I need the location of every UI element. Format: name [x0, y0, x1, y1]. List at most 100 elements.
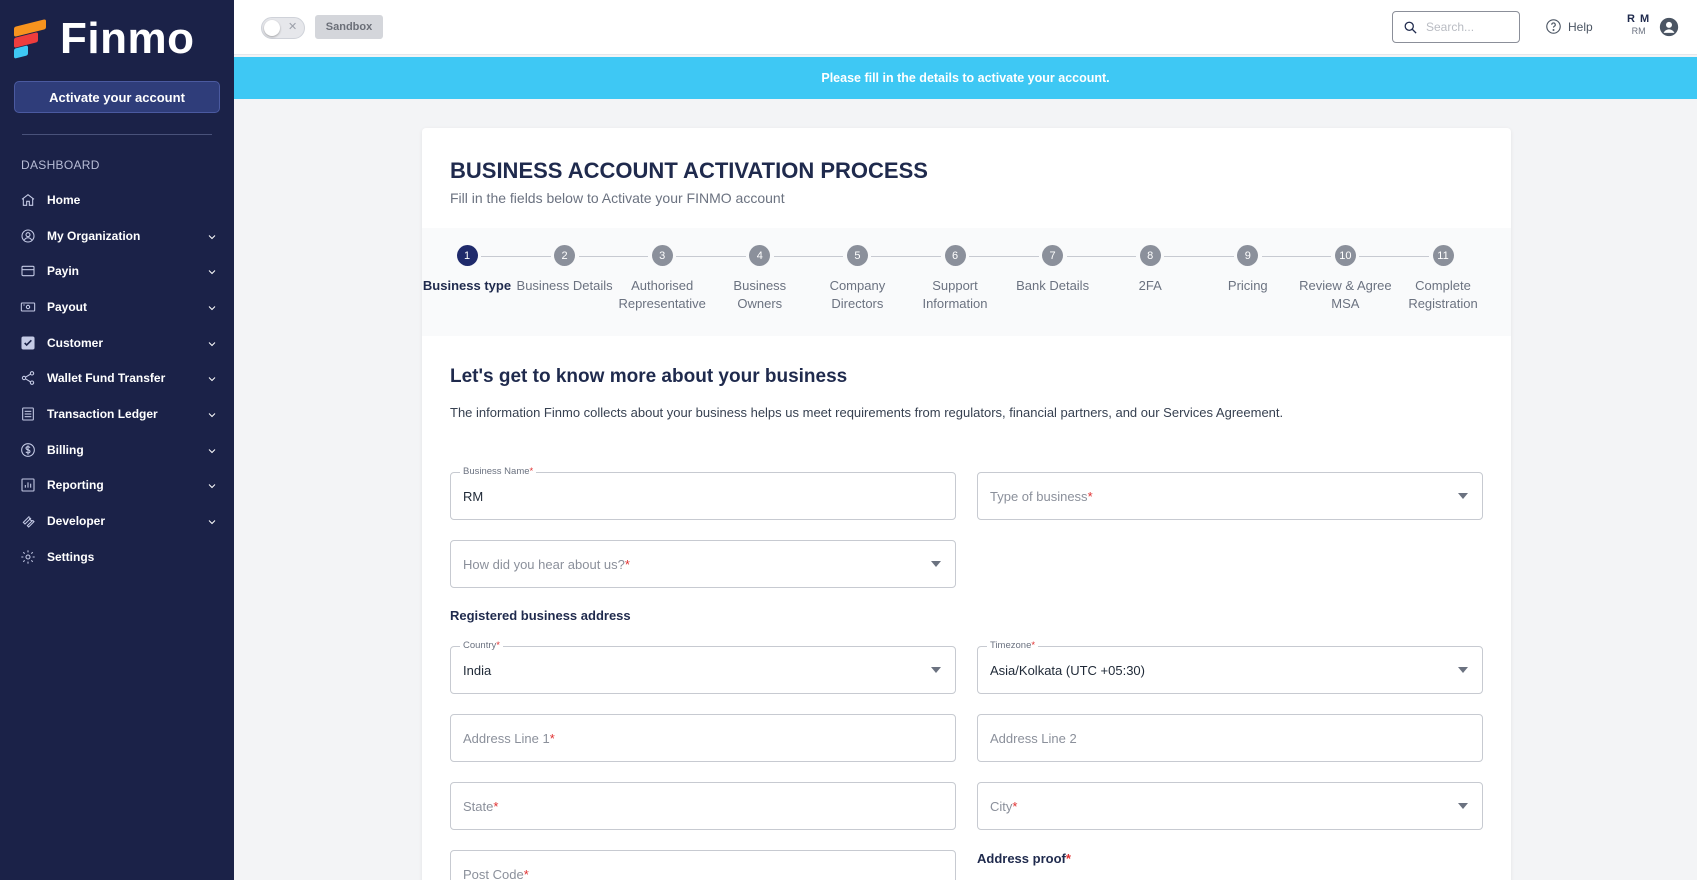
user-initials[interactable]: R M RM — [1627, 14, 1650, 36]
brand-name: Finmo — [60, 14, 195, 63]
address-line-2-placeholder: Address Line 2 — [990, 730, 1077, 746]
step-5[interactable]: 5 Company Directors — [808, 228, 906, 313]
step-label: Authorised Representative — [618, 278, 706, 311]
step-10[interactable]: 10 Review & Agree MSA — [1296, 228, 1394, 313]
address-line-1-field[interactable]: Address Line 1* — [450, 714, 956, 762]
chevron-down-icon — [1458, 667, 1468, 673]
sidebar-item-label: My Organization — [47, 228, 141, 243]
type-of-business-select[interactable]: Type of business* — [977, 472, 1483, 520]
step-6[interactable]: 6 Support Information — [906, 228, 1004, 313]
page-subtitle: Fill in the fields below to Activate you… — [450, 190, 785, 206]
chevron-down-icon — [206, 372, 218, 384]
page-title: BUSINESS ACCOUNT ACTIVATION PROCESS — [450, 158, 928, 183]
share-icon — [19, 370, 36, 387]
step-8[interactable]: 8 2FA — [1101, 228, 1199, 295]
activation-card: BUSINESS ACCOUNT ACTIVATION PROCESS Fill… — [422, 128, 1511, 880]
sidebar-item-payin[interactable]: Payin — [0, 253, 234, 289]
step-label: Business type — [422, 278, 512, 293]
sidebar-item-transaction-ledger[interactable]: Transaction Ledger — [0, 396, 234, 432]
step-11[interactable]: 11 Complete Registration — [1394, 228, 1492, 313]
search-box[interactable] — [1392, 11, 1520, 43]
step-number: 5 — [846, 245, 868, 266]
sidebar-item-label: Customer — [47, 335, 104, 350]
activation-banner: Please fill in the details to activate y… — [234, 57, 1697, 99]
sidebar-item-developer[interactable]: Developer — [0, 503, 234, 539]
sidebar-item-payout[interactable]: Payout — [0, 289, 234, 325]
step-label: Bank Details — [1016, 278, 1090, 293]
chevron-down-icon — [1458, 493, 1468, 499]
chevron-down-icon — [206, 230, 218, 242]
chevron-down-icon — [931, 561, 941, 567]
sidebar-item-label: Transaction Ledger — [47, 406, 158, 421]
chevron-down-icon — [206, 515, 218, 527]
sidebar-item-label: Payout — [47, 299, 88, 314]
sidebar-item-billing[interactable]: Billing — [0, 432, 234, 468]
sidebar-item-label: Billing — [47, 442, 84, 457]
sidebar-item-label: Payin — [47, 264, 80, 279]
step-label: Business Details — [516, 278, 613, 293]
chevron-down-icon — [206, 479, 218, 491]
help-link[interactable]: Help — [1545, 18, 1593, 35]
timezone-value: Asia/Kolkata (UTC +05:30) — [990, 662, 1145, 678]
gear-icon — [19, 548, 36, 565]
post-code-field[interactable]: Post Code* — [450, 850, 956, 880]
step-2[interactable]: 2 Business Details — [516, 228, 614, 295]
finmo-logo[interactable]: Finmo — [14, 14, 194, 64]
sidebar-item-customer[interactable]: Customer — [0, 325, 234, 361]
state-field[interactable]: State* — [450, 782, 956, 830]
sidebar-item-settings[interactable]: Settings — [0, 539, 234, 575]
sidebar-item-my-organization[interactable]: My Organization — [0, 218, 234, 254]
sandbox-badge: Sandbox — [315, 15, 383, 39]
sidebar: Finmo Activate your account DASHBOARD Ho… — [0, 0, 234, 880]
step-number: 9 — [1237, 245, 1259, 266]
step-number: 1 — [456, 245, 478, 266]
close-icon: ✕ — [288, 21, 298, 33]
sidebar-item-wallet-fund-transfer[interactable]: Wallet Fund Transfer — [0, 360, 234, 396]
step-number: 4 — [749, 245, 771, 266]
sidebar-item-label: Reporting — [47, 478, 104, 493]
step-4[interactable]: 4 Business Owners — [711, 228, 809, 313]
sidebar-item-label: Developer — [47, 514, 106, 529]
sidebar-item-reporting[interactable]: Reporting — [0, 468, 234, 504]
business-name-value: RM — [463, 488, 484, 504]
city-select[interactable]: City* — [977, 782, 1483, 830]
step-label: Complete Registration — [1408, 278, 1478, 311]
step-number: 8 — [1139, 245, 1161, 266]
timezone-select[interactable]: Timezone* Asia/Kolkata (UTC +05:30) — [977, 640, 1483, 694]
ledger-icon — [19, 405, 36, 422]
timezone-label: Timezone* — [987, 640, 1039, 651]
country-value: India — [463, 662, 492, 678]
user-avatar-icon[interactable] — [1659, 17, 1679, 37]
business-name-field[interactable]: Business Name* RM — [450, 466, 956, 520]
step-number: 3 — [651, 245, 673, 266]
user-initials-small: RM — [1631, 26, 1646, 36]
top-bar: ✕ Sandbox Help R M RM — [234, 0, 1697, 55]
type-of-business-placeholder: Type of business* — [990, 488, 1093, 504]
organization-icon — [19, 227, 36, 244]
post-code-placeholder: Post Code* — [463, 866, 529, 880]
sidebar-item-home[interactable]: Home — [0, 182, 234, 218]
step-1[interactable]: 1 Business type — [418, 228, 516, 295]
section-description: The information Finmo collects about you… — [450, 405, 1284, 420]
step-number: 11 — [1432, 245, 1454, 266]
state-placeholder: State* — [463, 798, 499, 814]
chevron-down-icon — [206, 337, 218, 349]
cash-icon — [19, 298, 36, 315]
step-3[interactable]: 3 Authorised Representative — [613, 228, 711, 313]
search-input[interactable] — [1426, 20, 1506, 34]
sandbox-toggle[interactable]: ✕ — [261, 17, 305, 39]
country-select[interactable]: Country* India — [450, 640, 956, 694]
chevron-down-icon — [206, 444, 218, 456]
address-line-2-field[interactable]: Address Line 2 — [977, 714, 1483, 762]
help-icon — [1546, 19, 1561, 34]
address-proof-label: Address proof* — [977, 851, 1071, 866]
step-7[interactable]: 7 Bank Details — [1004, 228, 1102, 295]
search-icon — [1404, 21, 1417, 34]
step-9[interactable]: 9 Pricing — [1199, 228, 1297, 295]
check-square-icon — [19, 334, 36, 351]
sidebar-nav: Home My Organization Payin Payout Customer Wa… — [0, 182, 234, 575]
sidebar-item-label: Wallet Fund Transfer — [47, 371, 166, 386]
activate-account-button[interactable]: Activate your account — [14, 81, 220, 113]
sidebar-item-label: Settings — [47, 549, 95, 564]
hear-about-us-select[interactable]: How did you hear about us?* — [450, 540, 956, 588]
